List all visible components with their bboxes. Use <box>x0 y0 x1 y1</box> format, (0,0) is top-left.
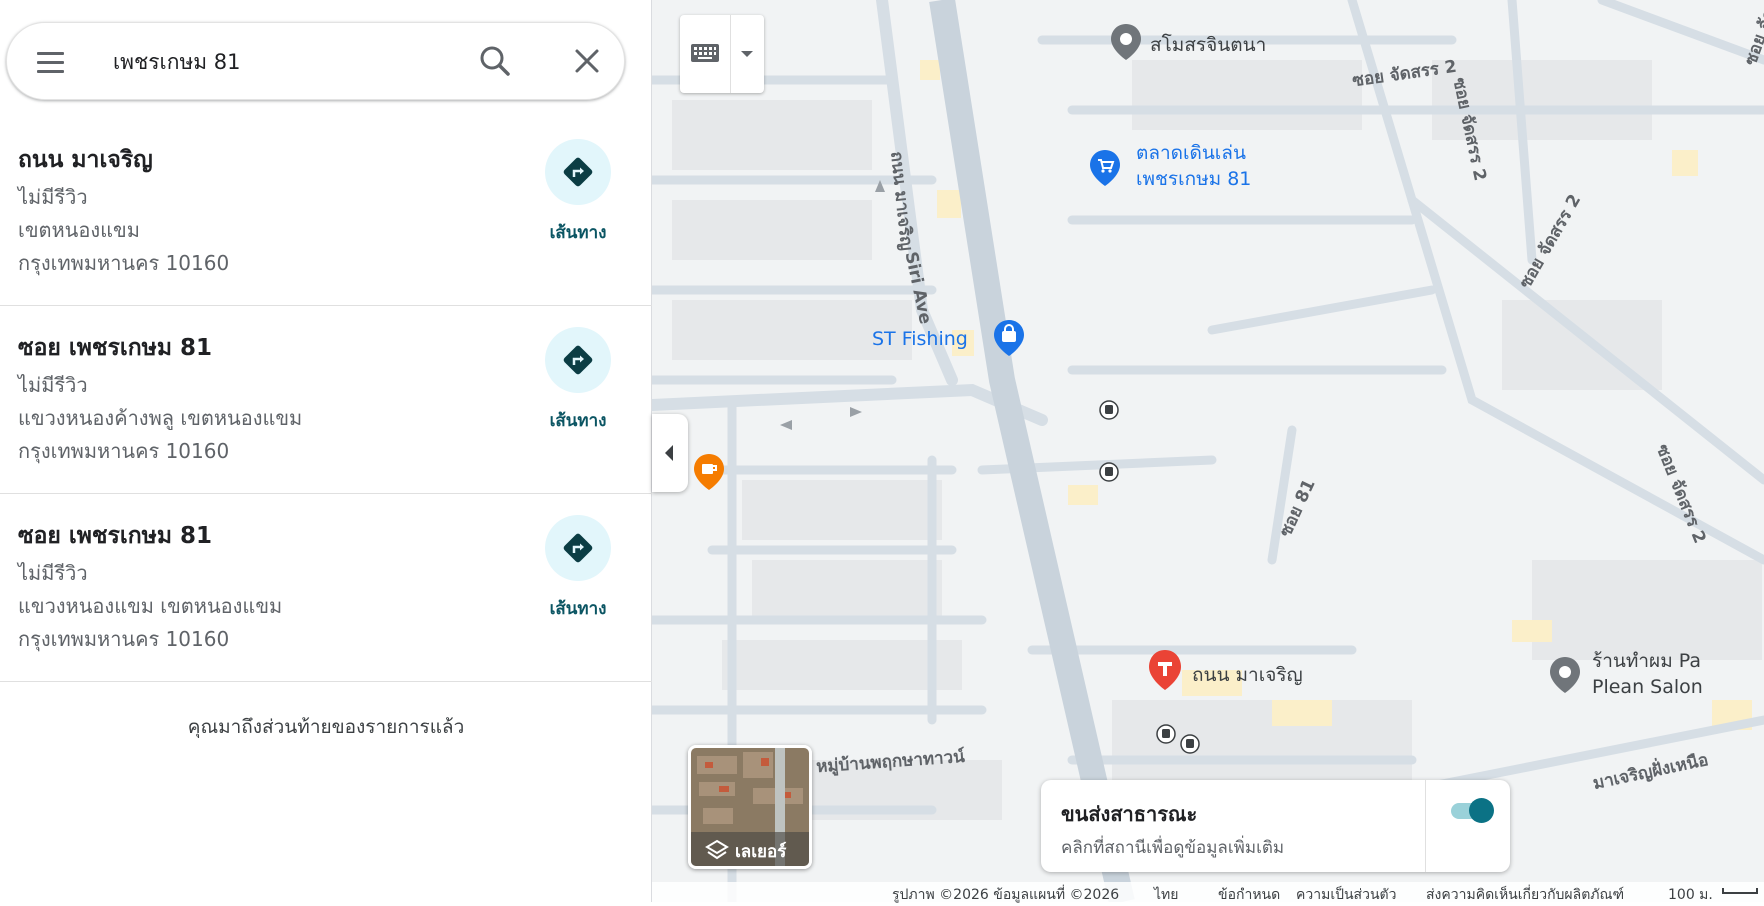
search-input[interactable] <box>111 39 475 85</box>
result-item[interactable]: ซอย เพชรเกษม 81 ไม่มีรีวิว แขวงหนองค้างพ… <box>0 306 652 494</box>
bus-stop-icon[interactable] <box>1180 734 1200 754</box>
result-reviews: ไม่มีรีวิว <box>18 561 88 585</box>
directions-icon <box>563 533 593 563</box>
bus-stop-icon[interactable] <box>1156 724 1176 744</box>
clear-search-button[interactable] <box>567 41 607 81</box>
collapse-panel-button[interactable] <box>652 414 688 492</box>
result-address-line1: แขวงหนองแขม เขตหนองแขม <box>18 594 283 618</box>
bus-stop-icon[interactable] <box>1099 462 1119 482</box>
privacy-link[interactable]: ความเป็นส่วนตัว <box>1296 884 1397 906</box>
poi-salon-label[interactable]: ร้านทำผม Pa Plean Salon <box>1592 648 1703 700</box>
directions-icon <box>563 157 593 187</box>
caret-left-icon <box>665 445 673 461</box>
search-button[interactable] <box>475 41 515 81</box>
feedback-link[interactable]: ส่งความคิดเห็นเกี่ยวกับผลิตภัณฑ์ <box>1426 884 1624 906</box>
directions-label: เส้นทาง <box>549 411 607 431</box>
salon-pin-icon[interactable] <box>1548 655 1582 695</box>
results-panel: ถนน มาเจริญ ไม่มีรีวิว เขตหนองแขม กรุงเท… <box>0 0 652 902</box>
close-icon <box>575 49 599 73</box>
result-item[interactable]: ถนน มาเจริญ ไม่มีรีวิว เขตหนองแขม กรุงเท… <box>0 118 652 306</box>
result-address-line1: เขตหนองแขม <box>18 218 140 242</box>
directions-button[interactable]: เส้นทาง <box>540 139 620 249</box>
result-item[interactable]: ซอย เพชรเกษม 81 ไม่มีรีวิว แขวงหนองแขม เ… <box>0 494 652 682</box>
directions-button[interactable]: เส้นทาง <box>540 327 620 437</box>
scale-text: 100 ม. <box>1668 887 1713 903</box>
result-name: ถนน มาเจริญ <box>18 147 153 173</box>
search-icon <box>480 46 510 76</box>
dropdown-caret-icon[interactable] <box>738 49 756 59</box>
layers-icon <box>705 839 729 860</box>
end-of-list-text: คุณมาถึงส่วนท้ายของรายการแล้ว <box>187 716 465 738</box>
search-box <box>6 22 625 100</box>
selected-place-pin-icon[interactable] <box>1147 648 1183 692</box>
shopping-bag-icon[interactable] <box>992 318 1026 358</box>
transit-title: ขนส่งสาธารณะ <box>1061 802 1198 826</box>
poi-st-fishing-label[interactable]: ST Fishing <box>872 328 968 350</box>
directions-icon <box>563 345 593 375</box>
result-address-line2: กรุงเทพมหานคร 10160 <box>18 251 230 275</box>
poi-market-label[interactable]: ตลาดเดินเล่น เพชรเกษม 81 <box>1136 140 1251 192</box>
map-canvas[interactable]: ถนน มาเจริญ Siri Ave ซอย จัดสรร 2 ซอย จั… <box>652 0 1764 902</box>
result-reviews: ไม่มีรีวิว <box>18 373 88 397</box>
menu-button[interactable] <box>33 45 67 79</box>
cafe-icon[interactable] <box>692 452 726 492</box>
result-address-line1: แขวงหนองค้างพลู เขตหนองแขม <box>18 406 303 430</box>
language-link[interactable]: ไทย <box>1154 884 1178 906</box>
result-name: ซอย เพชรเกษม 81 <box>18 335 213 361</box>
shopping-cart-icon[interactable] <box>1088 148 1122 188</box>
directions-label: เส้นทาง <box>549 599 607 619</box>
result-reviews: ไม่มีรีวิว <box>18 185 88 209</box>
poi-samosorn-label[interactable]: สโมสรจินตนา <box>1150 30 1266 60</box>
poi-selected-label[interactable]: ถนน มาเจริญ <box>1192 660 1303 690</box>
directions-button[interactable]: เส้นทาง <box>540 515 620 625</box>
result-address-line2: กรุงเทพมหานคร 10160 <box>18 439 230 463</box>
transit-toggle[interactable] <box>1449 797 1495 823</box>
result-name: ซอย เพชรเกษม 81 <box>18 523 213 549</box>
attribution-text: รูปภาพ ©2026 ข้อมูลแผนที่ ©2026 <box>892 887 1120 903</box>
transit-layer-card: ขนส่งสาธารณะ คลิกที่สถานีเพื่อดูข้อมูลเพ… <box>1041 780 1510 872</box>
map-footer: รูปภาพ ©2026 ข้อมูลแผนที่ ©2026 ไทย ข้อก… <box>652 882 1764 903</box>
result-address-line2: กรุงเทพมหานคร 10160 <box>18 627 230 651</box>
keyboard-shortcuts-button[interactable] <box>680 15 764 93</box>
bus-stop-icon[interactable] <box>1099 400 1119 420</box>
terms-link[interactable]: ข้อกำหนด <box>1218 884 1280 906</box>
keyboard-icon <box>691 44 719 62</box>
place-pin-icon[interactable] <box>1109 22 1143 62</box>
transit-subtitle: คลิกที่สถานีเพื่อดูข้อมูลเพิ่มเติม <box>1061 838 1285 858</box>
layers-button[interactable]: เลเยอร์ <box>688 745 812 869</box>
directions-label: เส้นทาง <box>549 223 607 243</box>
scale-bar <box>1722 888 1758 894</box>
layers-label: เลเยอร์ <box>735 842 787 862</box>
